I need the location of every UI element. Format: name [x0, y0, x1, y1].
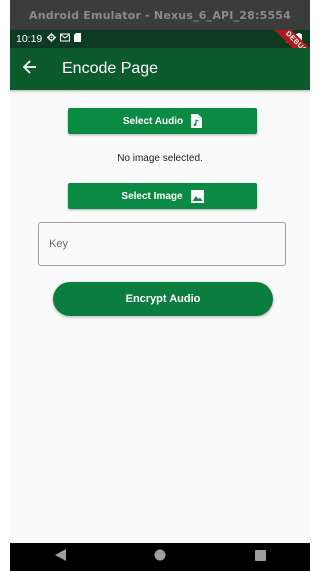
navigation-bar [10, 543, 310, 571]
select-image-button[interactable]: Select Image [68, 183, 257, 209]
back-button[interactable] [20, 59, 40, 79]
app-bar: Encode Page [10, 48, 310, 90]
status-icons-left [47, 33, 82, 45]
recents-nav-icon [254, 548, 266, 566]
device-screen: 10:19 DEBUG Encode Page Select Audio No … [10, 30, 310, 571]
sd-card-icon [74, 33, 82, 45]
encrypt-audio-button[interactable]: Encrypt Audio [53, 282, 273, 316]
emulator-frame: Android Emulator - Nexus_6_API_28:5554 1… [0, 0, 312, 571]
arrow-back-icon [22, 59, 37, 79]
settings-icon [47, 33, 57, 45]
select-audio-label: Select Audio [122, 115, 184, 127]
status-time: 10:19 [16, 33, 43, 45]
home-nav-icon [154, 548, 166, 566]
encrypt-audio-label: Encrypt Audio [125, 293, 201, 305]
audio-file-icon [191, 114, 203, 128]
page-title: Encode Page [62, 60, 159, 77]
image-status-text: No image selected. [117, 153, 203, 164]
mail-icon [60, 33, 71, 45]
nav-back-button[interactable] [40, 545, 80, 569]
emulator-title-bar: Android Emulator - Nexus_6_API_28:5554 [10, 0, 310, 30]
back-nav-icon [54, 548, 66, 566]
status-bar: 10:19 DEBUG [10, 30, 310, 70]
key-input[interactable] [38, 222, 286, 266]
nav-recents-button[interactable] [240, 545, 280, 569]
nav-home-button[interactable] [140, 545, 180, 569]
image-icon [190, 189, 204, 203]
emulator-window-title: Android Emulator - Nexus_6_API_28:5554 [28, 8, 292, 22]
main-content: Select Audio No image selected. Select I… [10, 90, 310, 543]
select-audio-button[interactable]: Select Audio [68, 108, 257, 134]
select-image-label: Select Image [121, 190, 183, 202]
